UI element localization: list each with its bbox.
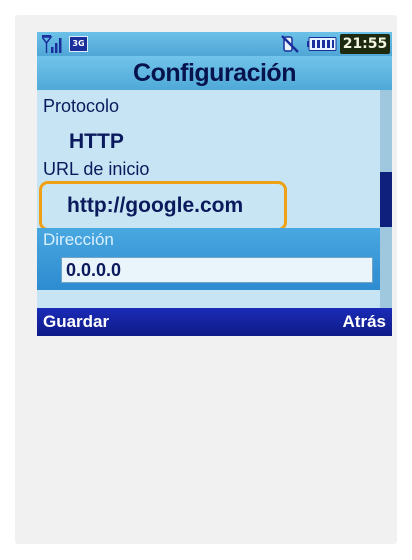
status-bar: 3G 21:55 (37, 32, 392, 56)
address-label: Dirección (43, 230, 114, 249)
address-input[interactable]: 0.0.0.0 (61, 257, 373, 283)
protocol-label: Protocolo (43, 96, 120, 116)
title-bar: Configuración (37, 56, 392, 90)
protocol-value[interactable]: HTTP (69, 130, 124, 154)
scrollbar-thumb[interactable] (380, 172, 392, 227)
clock: 21:55 (340, 34, 390, 54)
phone-screen: 3G 21:55 Configuración Protocolo HTTP UR… (37, 32, 392, 336)
home-url-label: URL de inicio (43, 159, 150, 175)
save-softkey[interactable]: Guardar (43, 311, 109, 333)
home-url-value[interactable]: http://google.com (67, 194, 243, 218)
address-row-selected[interactable]: Dirección 0.0.0.0 (37, 228, 380, 290)
mute-icon (281, 35, 299, 53)
page-title: Configuración (133, 59, 296, 87)
signal-icon (42, 35, 62, 53)
network-3g-badge: 3G (69, 36, 88, 52)
battery-icon (307, 37, 337, 51)
back-softkey[interactable]: Atrás (343, 311, 386, 333)
settings-list: Protocolo HTTP URL de inicio http://goog… (37, 90, 380, 336)
softkey-bar: Guardar Atrás (37, 308, 392, 336)
address-input-value: 0.0.0.0 (66, 260, 122, 280)
